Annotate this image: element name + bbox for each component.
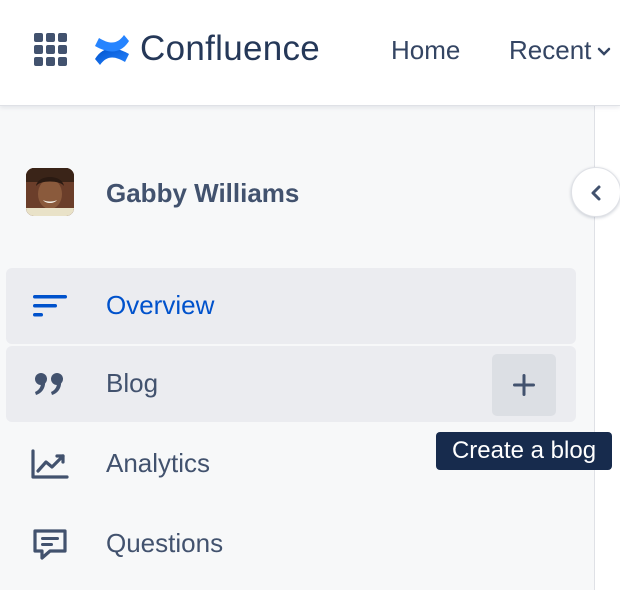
avatar[interactable] xyxy=(26,168,74,216)
nav-recent-label: Recent xyxy=(509,35,592,65)
sidebar-item-label: Questions xyxy=(106,528,224,558)
avatar-photo-icon xyxy=(26,168,74,216)
create-blog-button[interactable] xyxy=(492,354,556,416)
sidebar-item-questions[interactable]: Questions xyxy=(6,506,576,582)
app-switcher-grid-icon[interactable] xyxy=(34,33,67,66)
create-blog-tooltip: Create a blog xyxy=(436,432,612,470)
collapse-sidebar-button[interactable] xyxy=(571,167,620,217)
space-sidebar: Gabby Williams Overview Blog Analytics Q… xyxy=(0,106,595,590)
nav-home[interactable]: Home xyxy=(391,33,460,67)
analytics-chart-icon xyxy=(31,449,69,479)
sidebar-item-label: Overview xyxy=(106,290,215,320)
sidebar-item-label: Blog xyxy=(106,368,159,398)
plus-icon xyxy=(513,374,535,396)
quote-icon xyxy=(35,373,63,395)
sidebar-item-label: Analytics xyxy=(106,448,211,478)
nav-recent[interactable]: Recent xyxy=(509,33,611,67)
top-navigation: Confluence Home Recent xyxy=(0,0,620,106)
product-name[interactable]: Confluence xyxy=(140,27,320,71)
sidebar-item-overview[interactable]: Overview xyxy=(6,268,576,344)
confluence-logo-icon[interactable] xyxy=(93,32,131,68)
chevron-down-icon xyxy=(598,47,611,56)
space-owner-name[interactable]: Gabby Williams xyxy=(106,176,299,210)
sidebar-item-blog[interactable]: Blog xyxy=(6,346,576,422)
chat-bubble-icon xyxy=(33,529,67,560)
overview-lines-icon xyxy=(33,295,67,317)
chevron-left-icon xyxy=(591,185,601,201)
